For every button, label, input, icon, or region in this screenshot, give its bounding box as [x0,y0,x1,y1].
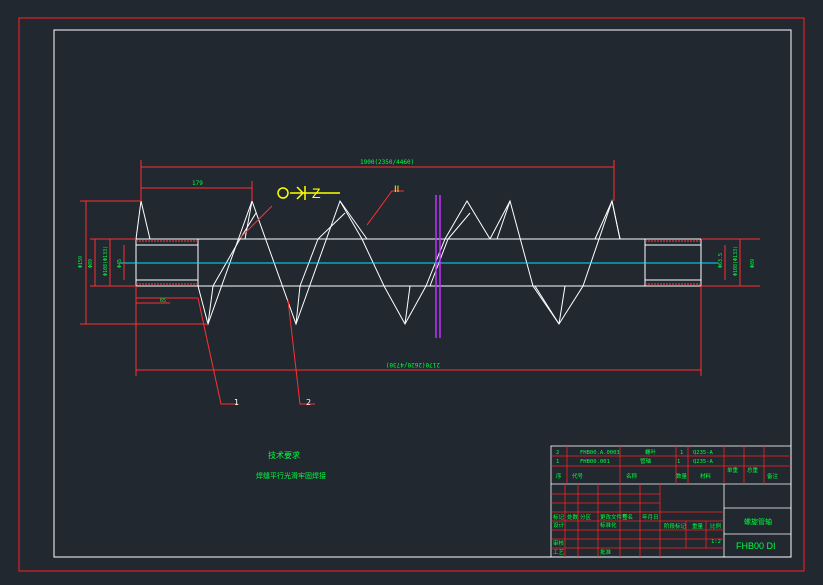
header-qty: 数量 [676,472,688,480]
header-name: 名称 [626,472,638,480]
label-count: 处数 [567,513,579,521]
row1-name: 螺叶 [645,448,657,456]
row1-seq: 2 [556,450,559,456]
right-dim-2: Φ108(Φ133) [733,246,739,276]
small-dimension-text: 65 [160,298,166,304]
label-weight: 重量 [692,522,704,530]
weld-symbol-icon [277,186,340,200]
label-mark: 标记 [553,513,565,521]
callout-1: 1 [234,398,239,407]
label-process: 工艺 [553,549,565,556]
callout-2: 2 [306,398,311,407]
cad-drawing-canvas: Z II 1900(2350/4460) 179 2170(2620/4730)… [18,17,805,572]
scale-value: 1:2 [711,539,721,545]
label-design: 设计 [553,521,565,529]
header-remarks: 备注 [767,472,779,480]
top-dimension-text: 1900(2350/4460) [360,159,414,166]
label-standard: 标准化 [600,521,617,529]
row2-name: 管轴 [640,457,652,465]
header-code: 代号 [572,472,584,480]
row1-mat: Q235-A [693,450,714,456]
header-mat: 材料 [700,472,712,480]
notes-line: 焊缝平行光滑牢固焊接 [256,471,326,480]
row1-qty: 1 [680,450,683,456]
notes-title: 技术要求 [268,450,300,460]
label-date: 年月日 [642,513,659,521]
label-zone: 分区 [580,513,592,521]
header-seq: 序 [556,472,562,480]
label-approve: 批准 [600,548,612,556]
right-dim-1: Φ89 [750,259,756,268]
row2-seq: 1 [556,459,559,465]
left-dim-4: Φ45 [117,259,123,268]
header-unit-wt: 单重 [727,466,739,474]
drawing-number: FHB00 DI [736,541,776,551]
label-review: 审核 [553,539,565,547]
left-dim-3: Φ108(Φ133) [103,246,109,276]
row2-code: FHB00.001 [580,459,610,465]
row2-mat: Q235-A [693,459,714,465]
header-total-wt: 总重 [747,466,759,474]
bottom-dimension-text: 2170(2620/4730) [386,361,440,368]
roughness-label: II [394,185,399,195]
pitch-dimension-text: 179 [192,180,203,187]
outer-frame [18,17,805,572]
weld-symbol-z: Z [312,185,321,201]
label-scale: 比例 [710,522,722,530]
row1-code: FHB00.A.0003 [580,450,620,456]
label-sign: 签名 [622,513,633,521]
left-dim-2: Φ89 [88,259,94,268]
label-stage: 阶段标记 [664,522,687,530]
left-dim-1: Φ159 [78,256,84,268]
drawing-name: 螺旋管轴 [744,517,772,526]
right-dim-3: Φ63.5 [718,253,724,268]
row2-qty: 1 [677,459,680,465]
